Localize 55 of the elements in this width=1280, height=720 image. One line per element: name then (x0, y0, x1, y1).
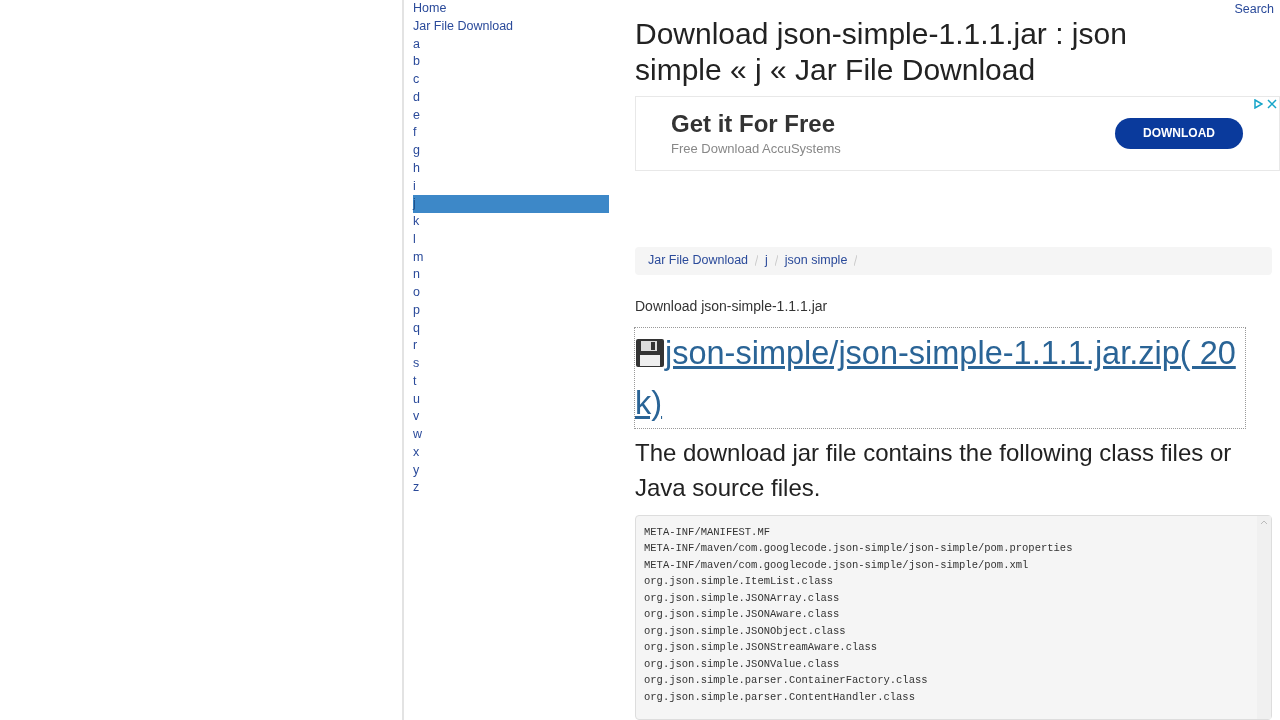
separator-icon (854, 255, 858, 267)
file-entry: org.json.simple.JSONObject.class (644, 623, 847, 639)
sidebar-item[interactable]: q (413, 319, 609, 338)
sidebar-item[interactable]: w (413, 426, 609, 444)
sidebar-item[interactable]: u (413, 390, 609, 409)
sidebar-item[interactable]: c (413, 71, 609, 89)
ad-headline: Get it For Free (671, 108, 837, 139)
file-entry: org.json.simple.parser.ContentHandler.class (644, 689, 916, 705)
download-subtitle: Download json-simple-1.1.1.jar (635, 296, 829, 316)
sidebar-item[interactable]: v (413, 408, 609, 426)
sidebar-item[interactable]: t (413, 372, 609, 391)
sidebar-item[interactable]: x (413, 443, 609, 462)
file-entry: org.json.simple.JSONValue.class (644, 656, 841, 672)
file-entry: org.json.simple.JSONStreamAware.class (644, 640, 879, 656)
sidebar-item[interactable]: f (413, 124, 609, 142)
file-entry: META-INF/maven/com.googlecode.json-simple/json-simple/pom.xml (644, 557, 1030, 573)
breadcrumb-link[interactable]: json simple (784, 251, 848, 271)
breadcrumb-link[interactable]: Jar File Download (648, 251, 749, 271)
ad-choices-icon[interactable] (1253, 99, 1263, 109)
download-link[interactable]: json-simple/json-simple-1.1.1.jar.zip( 20 k) (635, 327, 1245, 428)
sidebar-item[interactable]: Jar File Download (413, 17, 609, 36)
file-entry: org.json.simple.JSONArray.class (644, 590, 841, 606)
breadcrumb-link[interactable]: j (765, 251, 768, 271)
scroll-up-icon[interactable] (1260, 519, 1268, 525)
separator-icon (755, 255, 759, 267)
sidebar-item[interactable]: b (413, 53, 609, 71)
page-title: Download json-simple-1.1.1.jar : json simple « j « Jar File Download (635, 16, 1128, 88)
sidebar-item[interactable]: n (413, 266, 609, 284)
sidebar-item[interactable]: k (413, 213, 609, 231)
file-entry: org.json.simple.parser.ContainerFactory.class (644, 673, 929, 689)
separator-icon (774, 255, 778, 267)
ad-download-button[interactable]: DOWNLOAD (1115, 117, 1243, 149)
file-entry: org.json.simple.JSONAware.class (644, 607, 841, 623)
sidebar-item[interactable]: z (413, 479, 609, 497)
sidebar-item[interactable]: y (413, 461, 609, 480)
sidebar-item[interactable]: o (413, 284, 609, 302)
sidebar-item[interactable]: r (413, 337, 609, 355)
sidebar-item[interactable]: l (413, 230, 609, 249)
sidebar-item[interactable]: p (413, 301, 609, 320)
sidebar-item[interactable]: s (413, 355, 609, 373)
sidebar-item[interactable]: d (413, 88, 609, 107)
file-entry: META-INF/maven/com.googlecode.json-simple/json-simple/pom.properties (644, 541, 1074, 557)
sidebar-item[interactable]: a (413, 35, 609, 54)
sidebar-item[interactable]: g (413, 142, 609, 160)
sidebar-item[interactable]: Home (413, 0, 609, 18)
sidebar-item[interactable]: e (413, 106, 609, 125)
sidebar-item[interactable]: m (413, 248, 609, 267)
sidebar-item[interactable]: i (413, 177, 609, 196)
scrollbar[interactable] (1257, 515, 1271, 719)
file-entry: org.json.simple.ItemList.class (644, 574, 835, 590)
file-entry: META-INF/MANIFEST.MF (644, 524, 772, 540)
ad-subline: Free Download AccuSystems (671, 139, 841, 158)
description-text: The download jar file contains the following class files or Java source files. (635, 437, 1233, 503)
close-icon[interactable] (1267, 99, 1277, 109)
sidebar-item[interactable]: h (413, 159, 609, 178)
